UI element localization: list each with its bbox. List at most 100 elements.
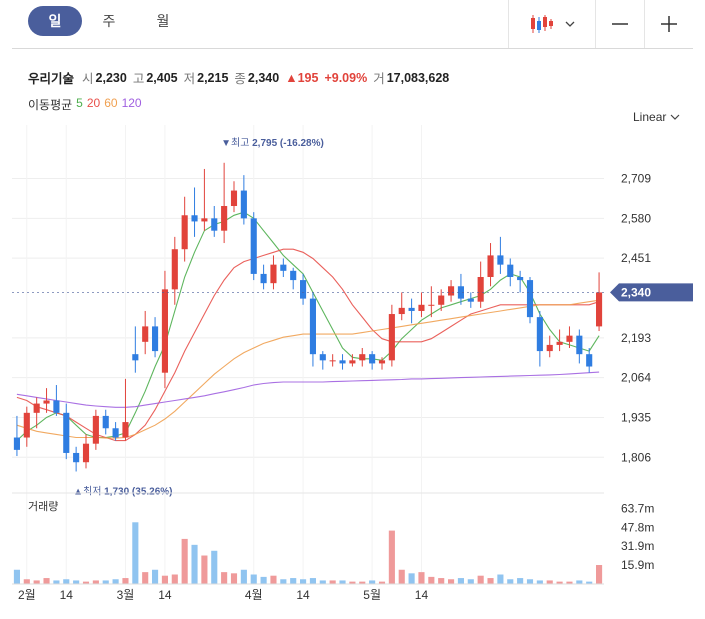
volume-bar xyxy=(260,576,267,584)
volume-bar xyxy=(448,579,455,584)
x-tick-label: 3월 xyxy=(117,588,135,602)
volume-bar xyxy=(300,579,307,584)
candle-body xyxy=(53,400,60,413)
volume-bar xyxy=(181,538,188,584)
volume-tick-label: 63.7m xyxy=(621,501,654,515)
candle-body xyxy=(566,335,573,342)
candle-body xyxy=(448,286,455,296)
candle-body xyxy=(438,295,445,305)
volume-bar xyxy=(477,575,484,584)
volume-bar xyxy=(576,580,583,584)
candle-body xyxy=(270,264,277,284)
volume-bar xyxy=(221,572,228,584)
candle-body xyxy=(211,218,218,231)
candle-body xyxy=(329,360,336,362)
current-price-label: 2,340 xyxy=(621,285,651,299)
candle-body xyxy=(467,298,474,302)
candle-body xyxy=(319,354,326,361)
volume-bar xyxy=(33,580,40,584)
candle-body xyxy=(161,289,168,373)
candle-body xyxy=(378,360,386,364)
candle-body xyxy=(201,218,208,222)
candle-body xyxy=(260,273,267,284)
low-marker-label: ▲최저 xyxy=(73,486,101,498)
candle-body xyxy=(13,437,20,450)
price-tick-label: 1,935 xyxy=(621,410,651,424)
candle-body xyxy=(63,412,70,453)
x-tick-label: 14 xyxy=(296,588,310,602)
volume-bar xyxy=(142,572,149,584)
x-tick-label: 14 xyxy=(415,588,429,602)
candle-body xyxy=(507,264,514,277)
volume-bar xyxy=(230,573,238,584)
volume-bar xyxy=(132,522,139,584)
volume-bar xyxy=(112,579,119,584)
volume-bar xyxy=(418,572,425,584)
candle-body xyxy=(576,335,583,355)
candle-body xyxy=(388,314,395,361)
candle-body xyxy=(369,354,376,364)
volume-bar xyxy=(546,580,553,584)
candle-body xyxy=(250,218,257,274)
volume-bar xyxy=(507,579,514,584)
candle-body xyxy=(221,206,228,231)
candle-body xyxy=(290,270,297,281)
price-chart[interactable]: 2,7092,5802,4512,1932,0641,9351,806▼최고 2,… xyxy=(0,0,705,619)
high-marker-label: ▼최고 xyxy=(221,137,249,149)
volume-bar xyxy=(457,578,464,584)
candle-body xyxy=(171,249,178,290)
candle-body xyxy=(142,326,149,342)
candle-body xyxy=(408,307,415,311)
price-tick-label: 2,709 xyxy=(621,172,651,186)
volume-bar xyxy=(152,569,159,584)
volume-tick-label: 15.9m xyxy=(621,558,654,572)
volume-bar xyxy=(309,578,316,584)
volume-bar xyxy=(102,580,109,584)
candle-body xyxy=(359,354,366,361)
candle-body xyxy=(280,264,287,271)
candle-body xyxy=(428,304,435,306)
volume-bar xyxy=(526,579,534,584)
x-tick-label: 2월 xyxy=(18,588,36,602)
candle-body xyxy=(339,360,346,364)
volume-bar xyxy=(43,578,50,584)
candle-body xyxy=(596,292,603,327)
volume-bar xyxy=(290,578,297,584)
candle-body xyxy=(33,403,40,413)
volume-bar xyxy=(13,569,20,584)
candle-body xyxy=(122,422,129,438)
volume-tick-label: 31.9m xyxy=(621,539,654,553)
volume-bar xyxy=(487,578,494,584)
volume-bar xyxy=(122,578,129,584)
price-tick-label: 2,451 xyxy=(621,251,651,265)
candle-body xyxy=(240,190,247,219)
volume-bar xyxy=(23,579,30,584)
volume-bar xyxy=(438,578,445,584)
candle-body xyxy=(349,360,356,364)
candle-body xyxy=(418,304,425,311)
candle-body xyxy=(191,215,198,222)
volume-bar xyxy=(408,573,415,584)
volume-bar xyxy=(467,579,474,584)
low-marker-value: 1,730 (35.26%) xyxy=(104,487,172,498)
candle-body xyxy=(526,280,534,318)
x-tick-label: 4월 xyxy=(245,588,263,602)
candle-body xyxy=(102,415,109,429)
candle-body xyxy=(487,255,494,277)
candle-body xyxy=(23,412,30,438)
volume-bar xyxy=(280,579,287,584)
candle-body xyxy=(517,277,524,281)
volume-bar xyxy=(191,544,198,584)
volume-bar xyxy=(398,569,405,584)
volume-bar xyxy=(497,574,504,584)
high-marker-value: 2,795 (-16.28%) xyxy=(252,138,324,149)
volume-bar xyxy=(517,578,524,584)
candle-body xyxy=(43,400,50,404)
volume-bar xyxy=(171,574,178,584)
volume-bar xyxy=(428,576,435,584)
volume-bar xyxy=(53,580,60,584)
candle-body xyxy=(73,452,80,463)
volume-bar xyxy=(73,580,80,584)
volume-bar xyxy=(211,550,218,584)
volume-bar xyxy=(63,579,70,584)
